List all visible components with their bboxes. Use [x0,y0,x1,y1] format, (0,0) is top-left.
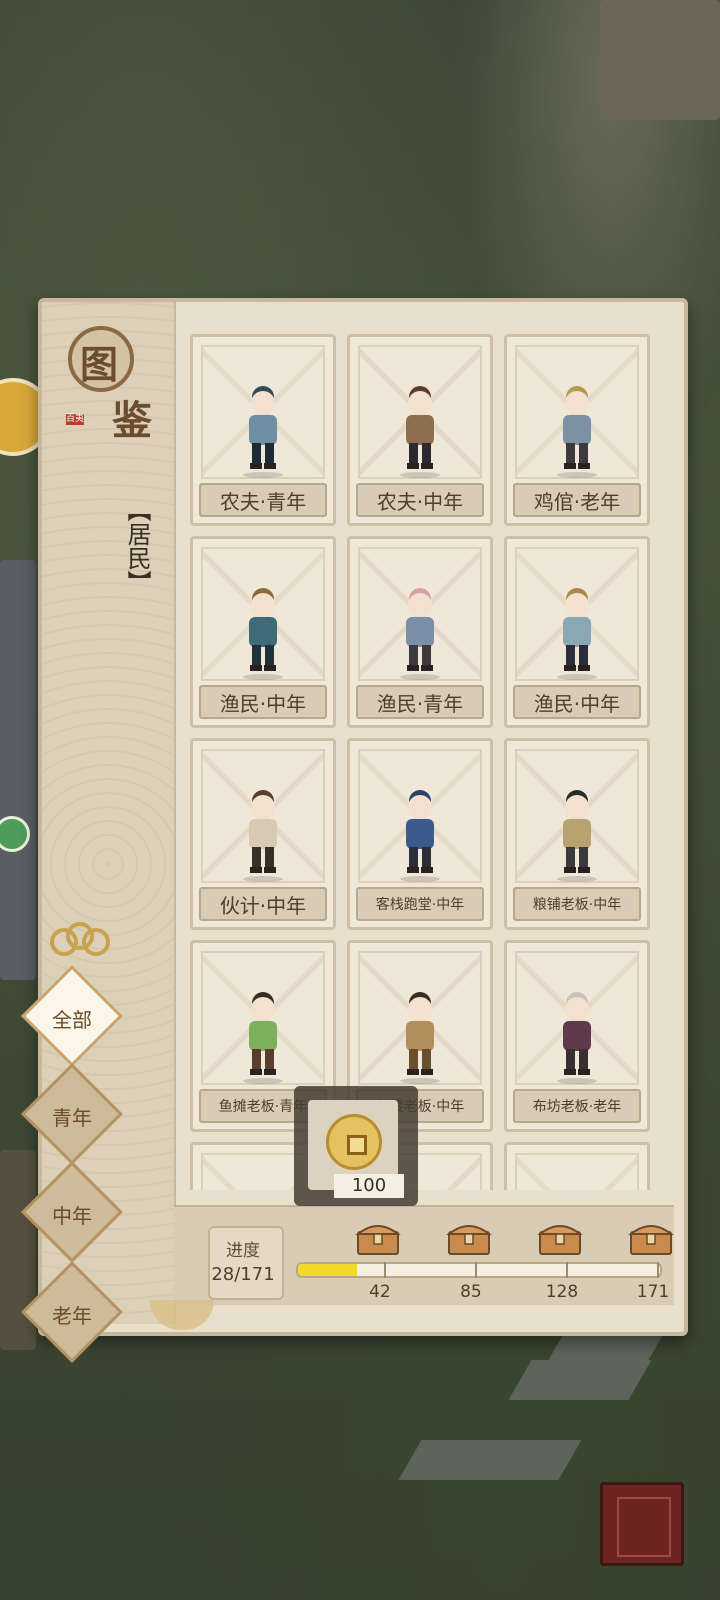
resident-card[interactable]: 伙计·中年 [190,738,336,930]
reward-amount: 100 [334,1174,404,1198]
seal-stamp: 百夷 [66,414,85,425]
milestone-tick [565,1262,568,1278]
milestone-label: 171 [636,1282,670,1302]
resident-portrait-icon [557,790,597,882]
resident-card-label: 渔民·青年 [356,685,484,719]
resident-card-partial[interactable] [504,1142,650,1190]
town-building [600,0,720,120]
resident-portrait-icon [400,790,440,882]
resident-card-label: 渔民·中年 [513,685,641,719]
milestone-label: 128 [545,1282,579,1302]
filter-tab-label: 青年 [52,1106,92,1130]
resident-card-label: 布坊老板·老年 [513,1089,641,1123]
resident-portrait-icon [243,790,283,882]
progress-label: 进度 [226,1241,260,1261]
resident-card[interactable]: 鸡倌·老年 [504,334,650,526]
milestone-label: 42 [369,1282,391,1302]
resident-portrait-icon [243,386,283,478]
title-glyph-1: 图 [79,342,118,387]
milestone-tick [474,1262,477,1278]
milestone-tick [657,1262,659,1278]
resident-portrait-icon [400,386,440,478]
resident-card[interactable]: 农夫·青年 [190,334,336,526]
resident-portrait-icon [400,992,440,1084]
resident-card[interactable]: 渔民·中年 [504,536,650,728]
resident-card[interactable]: 渔民·青年 [347,536,493,728]
jieyou-icon[interactable] [600,1482,684,1566]
resident-card[interactable]: 布坊老板·老年 [504,940,650,1132]
treasure-chest-icon[interactable] [537,1218,583,1256]
stone-path [508,1360,652,1400]
resident-card-label: 渔民·中年 [199,685,327,719]
resident-card-label: 客栈跑堂·中年 [356,887,484,921]
treasure-chest-icon[interactable] [446,1218,492,1256]
resident-card-label: 农夫·青年 [199,483,327,517]
tabs-knot-ornament [50,922,110,956]
filter-tab-label: 老年 [52,1304,92,1328]
codex-title-emblem: 图 鉴 百夷 [62,318,162,448]
resident-card-label: 农夫·中年 [356,483,484,517]
resident-card[interactable]: 渔民·中年 [190,536,336,728]
resident-card-label: 伙计·中年 [199,887,327,921]
resident-card-label: 粮铺老板·中年 [513,887,641,921]
category-label: 【居民】 [123,498,151,594]
stone-path [398,1440,582,1480]
progress-fill [298,1264,358,1276]
town-building [0,560,36,980]
resident-portrait-icon [243,992,283,1084]
resident-portrait-icon [557,992,597,1084]
resident-portrait-icon [243,588,283,680]
resident-portrait-icon [400,588,440,680]
milestone-tick [383,1262,386,1278]
coin-icon [326,1114,382,1170]
treasure-chest-icon[interactable] [355,1218,401,1256]
progress-track [296,1262,662,1278]
resident-card-label: 鸡倌·老年 [513,483,641,517]
resident-card[interactable]: 粮铺老板·中年 [504,738,650,930]
milestone-label: 85 [460,1282,482,1302]
resident-card[interactable]: 客栈跑堂·中年 [347,738,493,930]
filter-tab-label: 中年 [52,1204,92,1228]
filter-tab-label: 全部 [52,1008,92,1032]
resident-card[interactable]: 农夫·中年 [347,334,493,526]
treasure-chest-icon[interactable] [628,1218,674,1256]
resident-card-grid: 农夫·青年 农夫·中年 鸡倌·老年渔民·中年 渔民·青年 渔民·中年伙计·中年 客栈跑堂·… [180,330,670,1190]
resident-portrait-icon [557,386,597,478]
title-glyph-2: 鉴 [112,397,152,444]
progress-count: 28/171 [211,1264,275,1285]
resident-portrait-icon [557,588,597,680]
